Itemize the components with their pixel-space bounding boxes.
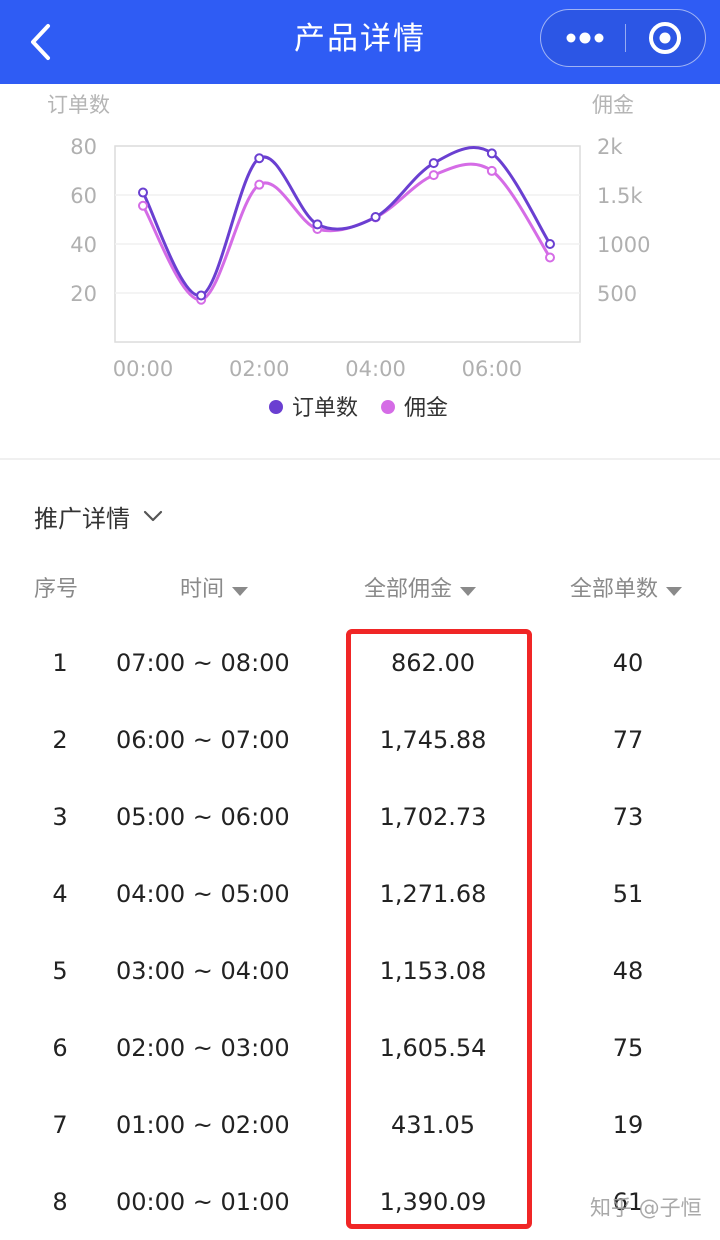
data-point-orders[interactable]: [138, 187, 148, 198]
data-point-orders[interactable]: [254, 153, 265, 164]
row-time: 05:00 ~ 06:00: [116, 803, 290, 831]
y-right-tick-label: 1000: [597, 233, 650, 257]
more-button[interactable]: [541, 10, 625, 66]
row-index: 4: [52, 880, 68, 908]
x-tick-label: 00:00: [113, 357, 174, 381]
y-left-tick-label: 80: [70, 135, 97, 159]
commission-highlight-box: [346, 629, 532, 1229]
line-chart-svg: 订单数 佣金 80 60 40 20 2k 1.5k 1000 500 00:00 02:00 04…: [47, 93, 650, 421]
mini-program-capsule: [540, 9, 706, 67]
y-left-tick-label: 40: [70, 233, 97, 257]
row-index: 5: [52, 957, 68, 985]
y-left-tick-label: 20: [70, 282, 97, 306]
column-header-order-count[interactable]: 全部单数: [570, 570, 683, 610]
series-line-commission: [141, 162, 552, 302]
row-time: 07:00 ~ 08:00: [116, 649, 290, 677]
data-point-orders[interactable]: [545, 239, 555, 249]
sort-caret-icon: [460, 586, 477, 596]
column-header-index: 序号: [34, 577, 79, 602]
data-point-commission[interactable]: [254, 179, 265, 190]
row-time: 02:00 ~ 03:00: [116, 1034, 290, 1062]
row-order-count: 51: [612, 880, 644, 908]
row-index: 7: [52, 1111, 68, 1139]
row-order-count: 19: [612, 1111, 644, 1139]
row-order-count: 40: [612, 649, 644, 677]
row-index: 6: [52, 1034, 68, 1062]
row-time: 01:00 ~ 02:00: [116, 1111, 290, 1139]
close-mini-program-button[interactable]: [637, 10, 703, 66]
data-point-orders[interactable]: [312, 219, 323, 230]
row-time: 00:00 ~ 01:00: [116, 1188, 290, 1216]
row-index: 2: [52, 726, 68, 754]
y-left-axis-label: 订单数: [47, 93, 110, 117]
row-index: 8: [52, 1188, 68, 1216]
section-divider: [0, 458, 720, 460]
capsule-divider: [625, 24, 626, 52]
promotion-details-dropdown[interactable]: 推广详情: [34, 496, 164, 536]
top-navigation-bar: 产品详情: [0, 0, 720, 84]
y-right-tick-label: 500: [597, 282, 637, 306]
chevron-down-icon: [143, 510, 163, 522]
watermark: 知乎 @子恒: [590, 1196, 702, 1220]
sort-caret-icon: [666, 586, 683, 596]
data-point-commission[interactable]: [486, 165, 497, 176]
legend-label[interactable]: 佣金: [404, 396, 448, 421]
data-point-commission[interactable]: [428, 170, 439, 181]
legend-marker: [381, 400, 395, 414]
y-right-tick-label: 2k: [597, 135, 623, 159]
target-circle-icon: [649, 22, 681, 54]
row-time: 06:00 ~ 07:00: [116, 726, 290, 754]
legend-marker: [269, 400, 283, 414]
data-point-commission[interactable]: [545, 252, 555, 263]
y-right-tick-label: 1.5k: [597, 184, 643, 208]
orders-commission-chart: 订单数 佣金 80 60 40 20 2k 1.5k 1000 500 00:00 02:00 04…: [0, 84, 720, 444]
y-left-tick-label: 60: [70, 184, 97, 208]
data-point-orders[interactable]: [486, 148, 497, 159]
row-index: 1: [52, 649, 68, 677]
row-order-count: 73: [612, 803, 644, 831]
sort-caret-icon: [232, 586, 249, 596]
x-tick-label: 06:00: [462, 357, 523, 381]
x-tick-label: 02:00: [229, 357, 290, 381]
row-order-count: 77: [612, 726, 644, 754]
row-time: 03:00 ~ 04:00: [116, 957, 290, 985]
y-right-axis-label: 佣金: [592, 93, 634, 117]
column-header-commission[interactable]: 全部佣金: [364, 570, 477, 610]
x-tick-label: 04:00: [345, 357, 406, 381]
row-order-count: 75: [612, 1034, 644, 1062]
column-header-time[interactable]: 时间: [180, 570, 249, 610]
data-point-orders[interactable]: [196, 290, 207, 301]
section-title: 推广详情: [34, 504, 130, 533]
data-point-commission[interactable]: [138, 200, 148, 211]
data-point-orders[interactable]: [370, 212, 381, 223]
row-time: 04:00 ~ 05:00: [116, 880, 290, 908]
row-order-count: 48: [612, 957, 644, 985]
data-point-orders[interactable]: [428, 158, 439, 169]
more-dots-icon: [566, 32, 604, 44]
row-index: 3: [52, 803, 68, 831]
legend-label[interactable]: 订单数: [292, 396, 358, 421]
